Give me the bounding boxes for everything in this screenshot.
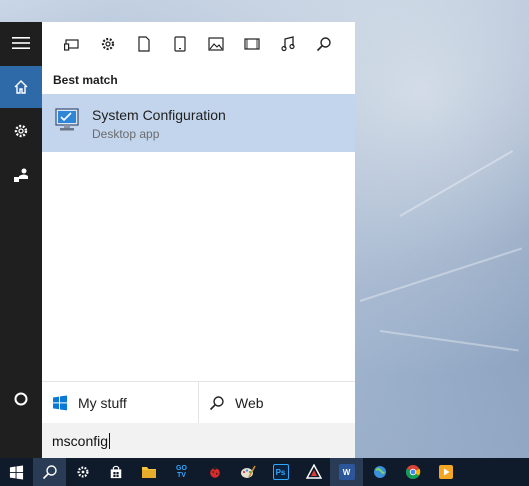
start-rail bbox=[0, 22, 42, 458]
best-match-heading: Best match bbox=[53, 73, 118, 87]
documents-icon bbox=[138, 36, 150, 52]
filter-apps[interactable] bbox=[54, 22, 90, 66]
app-icon bbox=[305, 464, 322, 479]
search-icon bbox=[42, 465, 57, 480]
file-explorer-icon bbox=[141, 467, 156, 478]
store-icon bbox=[110, 465, 121, 479]
wallpaper-streak bbox=[359, 247, 522, 302]
taskbar-ladybug[interactable] bbox=[198, 458, 231, 486]
best-match-result[interactable]: System Configuration Desktop app bbox=[42, 94, 355, 152]
start-button[interactable] bbox=[0, 458, 33, 486]
videos-icon bbox=[244, 38, 260, 50]
ladybug-icon bbox=[209, 466, 220, 478]
system-configuration-icon bbox=[53, 106, 81, 139]
cortana-button[interactable] bbox=[0, 378, 42, 420]
result-title: System Configuration bbox=[92, 107, 226, 123]
settings-icon bbox=[101, 37, 115, 51]
search-input-value: msconfig bbox=[52, 432, 109, 449]
circle-icon bbox=[14, 392, 28, 406]
paint-icon bbox=[240, 465, 256, 478]
chrome-icon bbox=[405, 465, 420, 480]
taskbar-search-button[interactable] bbox=[33, 458, 66, 486]
settings-button[interactable] bbox=[0, 110, 42, 152]
text-caret bbox=[109, 432, 111, 449]
filter-documents[interactable] bbox=[126, 22, 162, 66]
result-subtitle: Desktop app bbox=[92, 127, 160, 141]
search-panel: Best match System Configuration Desktop … bbox=[42, 22, 355, 458]
taskbar-file-explorer[interactable] bbox=[132, 458, 165, 486]
hamburger-menu-button[interactable] bbox=[0, 22, 42, 64]
home-button[interactable] bbox=[0, 66, 42, 108]
gear-icon bbox=[14, 124, 28, 138]
feedback-icon bbox=[14, 168, 28, 182]
taskbar-paint[interactable] bbox=[231, 458, 264, 486]
filter-photos[interactable] bbox=[198, 22, 234, 66]
web-search-icon bbox=[316, 37, 331, 52]
photos-icon bbox=[208, 37, 224, 51]
windows-start-icon bbox=[9, 464, 24, 479]
menu-icon bbox=[12, 37, 30, 49]
feedback-button[interactable] bbox=[0, 154, 42, 196]
filter-videos[interactable] bbox=[234, 22, 270, 66]
taskbar-photoshop[interactable]: Ps bbox=[264, 458, 297, 486]
filter-web[interactable] bbox=[306, 22, 342, 66]
taskbar-word[interactable]: W bbox=[330, 458, 363, 486]
web-button[interactable]: Web bbox=[199, 382, 355, 423]
taskbar-chrome[interactable] bbox=[396, 458, 429, 486]
home-icon bbox=[14, 80, 28, 94]
search-scope-row: My stuff Web bbox=[42, 381, 355, 423]
filter-bar bbox=[42, 22, 355, 66]
wallpaper-streak bbox=[399, 150, 514, 217]
windows-logo-icon bbox=[52, 395, 68, 411]
my-stuff-button[interactable]: My stuff bbox=[42, 382, 199, 423]
my-stuff-label: My stuff bbox=[78, 394, 127, 411]
filter-settings[interactable] bbox=[90, 22, 126, 66]
filter-music[interactable] bbox=[270, 22, 306, 66]
taskbar-globe[interactable] bbox=[363, 458, 396, 486]
search-input[interactable]: msconfig bbox=[42, 423, 355, 458]
music-icon bbox=[281, 36, 295, 52]
gotv-icon: GO TV bbox=[176, 465, 187, 479]
globe-icon bbox=[373, 466, 386, 478]
search-icon bbox=[209, 395, 225, 411]
web-label: Web bbox=[235, 394, 264, 411]
filter-tablet[interactable] bbox=[162, 22, 198, 66]
taskbar-settings[interactable] bbox=[66, 458, 99, 486]
gear-icon bbox=[76, 466, 89, 478]
taskbar-app[interactable] bbox=[297, 458, 330, 486]
taskbar-media-player[interactable] bbox=[429, 458, 462, 486]
taskbar: GO TV Ps W bbox=[0, 458, 529, 486]
wallpaper-streak bbox=[379, 330, 519, 352]
apps-icon bbox=[64, 39, 79, 51]
photoshop-icon: Ps bbox=[272, 464, 289, 480]
media-player-icon bbox=[438, 465, 453, 479]
taskbar-store[interactable] bbox=[99, 458, 132, 486]
word-icon: W bbox=[338, 464, 355, 480]
tablet-icon bbox=[174, 36, 186, 52]
taskbar-gotv[interactable]: GO TV bbox=[165, 458, 198, 486]
